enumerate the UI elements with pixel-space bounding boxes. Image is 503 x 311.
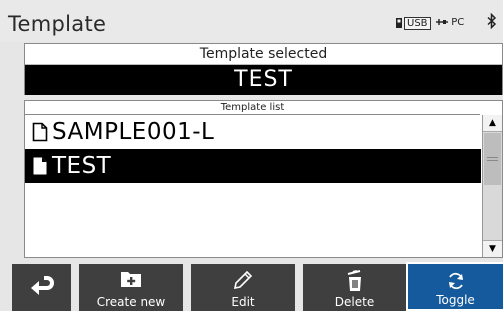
bluetooth-icon <box>487 13 497 29</box>
usb-status: USB <box>396 16 431 30</box>
template-list: SAMPLE001-L TEST <box>25 115 481 257</box>
list-item-label: TEST <box>52 153 112 179</box>
list-item-label: SAMPLE001-L <box>52 119 215 145</box>
toggle-button[interactable]: Toggle <box>406 262 503 311</box>
template-selected-value: TEST <box>25 65 502 95</box>
pc-status: PC <box>436 17 464 28</box>
template-list-panel: Template list SAMPLE001-L TEST ▲ ▼ <box>24 100 503 258</box>
scroll-down-button[interactable]: ▼ <box>483 240 502 257</box>
template-selected-header: Template selected <box>25 44 502 65</box>
scroll-up-button[interactable]: ▲ <box>483 115 502 132</box>
scrollbar[interactable]: ▲ ▼ <box>482 115 502 257</box>
pencil-icon <box>233 270 253 294</box>
list-item[interactable]: SAMPLE001-L <box>25 115 481 149</box>
bottom-toolbar: Create new Edit Delete Toggle <box>0 262 503 311</box>
usb-icon <box>396 18 402 28</box>
edit-label: Edit <box>231 295 255 309</box>
create-new-button[interactable]: Create new <box>79 264 183 311</box>
page-title: Template <box>8 12 107 36</box>
edit-button[interactable]: Edit <box>191 264 295 311</box>
pc-connection-icon <box>436 19 448 25</box>
trash-icon <box>345 270 365 296</box>
scroll-thumb[interactable] <box>484 133 501 185</box>
file-icon <box>32 156 48 176</box>
title-bar: Template USB PC <box>0 0 503 42</box>
toggle-label: Toggle <box>436 293 475 307</box>
delete-button[interactable]: Delete <box>303 264 406 311</box>
usb-label: USB <box>404 16 431 30</box>
file-icon <box>32 122 48 142</box>
back-icon <box>30 276 54 302</box>
delete-label: Delete <box>334 295 375 309</box>
template-list-header: Template list <box>25 101 480 115</box>
template-selected-panel: Template selected TEST <box>24 43 503 95</box>
create-new-label: Create new <box>96 295 166 309</box>
folder-plus-icon <box>120 270 142 292</box>
refresh-icon <box>446 271 466 295</box>
back-button[interactable] <box>12 264 71 311</box>
list-item-selected[interactable]: TEST <box>25 149 481 183</box>
pc-label: PC <box>451 17 465 28</box>
